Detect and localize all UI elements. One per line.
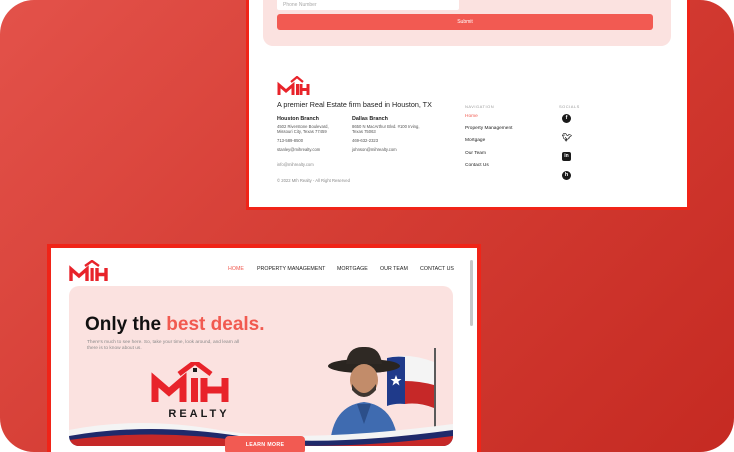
background: Phone Number Submit A premier Real Estat… (0, 0, 734, 452)
socials-heading: SOCIALS (559, 104, 580, 109)
footer-nav-home[interactable]: Home (465, 114, 478, 119)
footer-logo[interactable] (277, 76, 311, 96)
nav-property-management[interactable]: PROPERTY MANAGEMENT (257, 266, 325, 272)
hero-title: Only the best deals. (85, 314, 265, 335)
submit-button[interactable]: Submit (277, 14, 653, 30)
nav-contact-us[interactable]: CONTACT US (420, 266, 454, 272)
nav-mortgage[interactable]: MORTGAGE (337, 266, 368, 272)
houston-branch-heading: Houston Branch (277, 116, 319, 122)
houston-address-line2: Missouri City, Texas 77459 (277, 129, 327, 134)
linkedin-icon[interactable]: in (562, 152, 571, 161)
learn-more-button[interactable]: LEARN MORE (225, 436, 305, 452)
hero-banner: Only the best deals. There's much to see… (69, 286, 453, 446)
copyright: © 2022 MIh Realty - All Right Reserved (277, 178, 350, 183)
footer-nav-contact-us[interactable]: Contact Us (465, 163, 489, 168)
twitter-icon[interactable]: 🐦︎ (562, 133, 572, 142)
footer-nav-property-management[interactable]: Property Management (465, 126, 512, 131)
houston-phone[interactable]: 713-589-8500 (277, 138, 303, 143)
phone-number-field[interactable]: Phone Number (277, 0, 459, 10)
scrollbar[interactable] (470, 260, 473, 326)
hero-subtitle: There's much to see here. So, take your … (87, 340, 240, 351)
general-email[interactable]: info@mihrealty.com (277, 162, 314, 167)
dallas-email[interactable]: johnson@mihrealty.com (352, 147, 397, 152)
footer-tagline: A premier Real Estate firm based in Hous… (277, 100, 432, 109)
nav-home[interactable]: HOME (228, 266, 244, 272)
dallas-phone[interactable]: 469-632-2323 (352, 138, 378, 143)
nav-our-team[interactable]: OUR TEAM (380, 266, 408, 272)
header-logo[interactable] (69, 260, 115, 282)
dallas-branch-heading: Dallas Branch (352, 116, 388, 122)
dallas-address-line2: Texas 75063 (352, 129, 376, 134)
contact-form: Phone Number Submit (263, 0, 671, 46)
footer-window: Phone Number Submit A premier Real Estat… (246, 0, 690, 210)
homepage-window: HOME PROPERTY MANAGEMENT MORTGAGE OUR TE… (47, 244, 481, 452)
houston-email[interactable]: stanley@mihrealty.com (277, 147, 320, 152)
facebook-icon[interactable]: f (562, 114, 571, 123)
houzz-icon[interactable]: h (562, 171, 571, 180)
footer-nav-mortgage[interactable]: Mortgage (465, 138, 485, 143)
navigation-heading: NAVIGATION (465, 104, 495, 109)
footer-nav-our-team[interactable]: Our Team (465, 151, 486, 156)
